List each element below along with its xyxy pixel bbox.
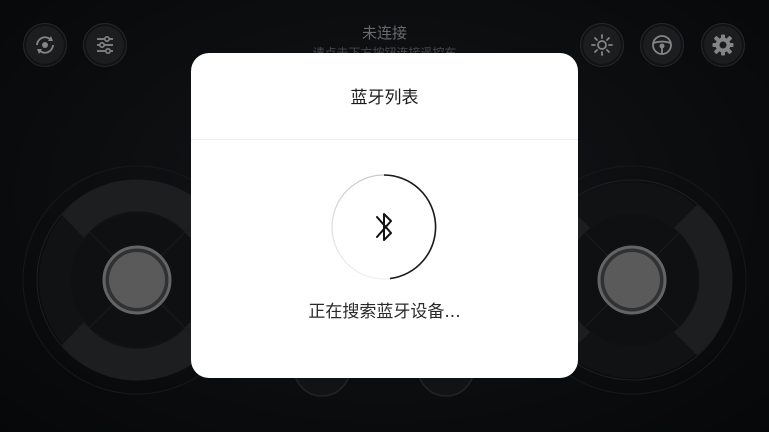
dialog-divider (191, 139, 578, 140)
dialog-title: 蓝牙列表 (350, 88, 419, 108)
bluetooth-icon (376, 213, 392, 241)
search-spinner (330, 173, 438, 281)
bluetooth-dialog: 蓝牙列表 正在搜索蓝牙设备... (191, 53, 578, 378)
search-status-text: 正在搜索蓝牙设备... (308, 302, 461, 322)
